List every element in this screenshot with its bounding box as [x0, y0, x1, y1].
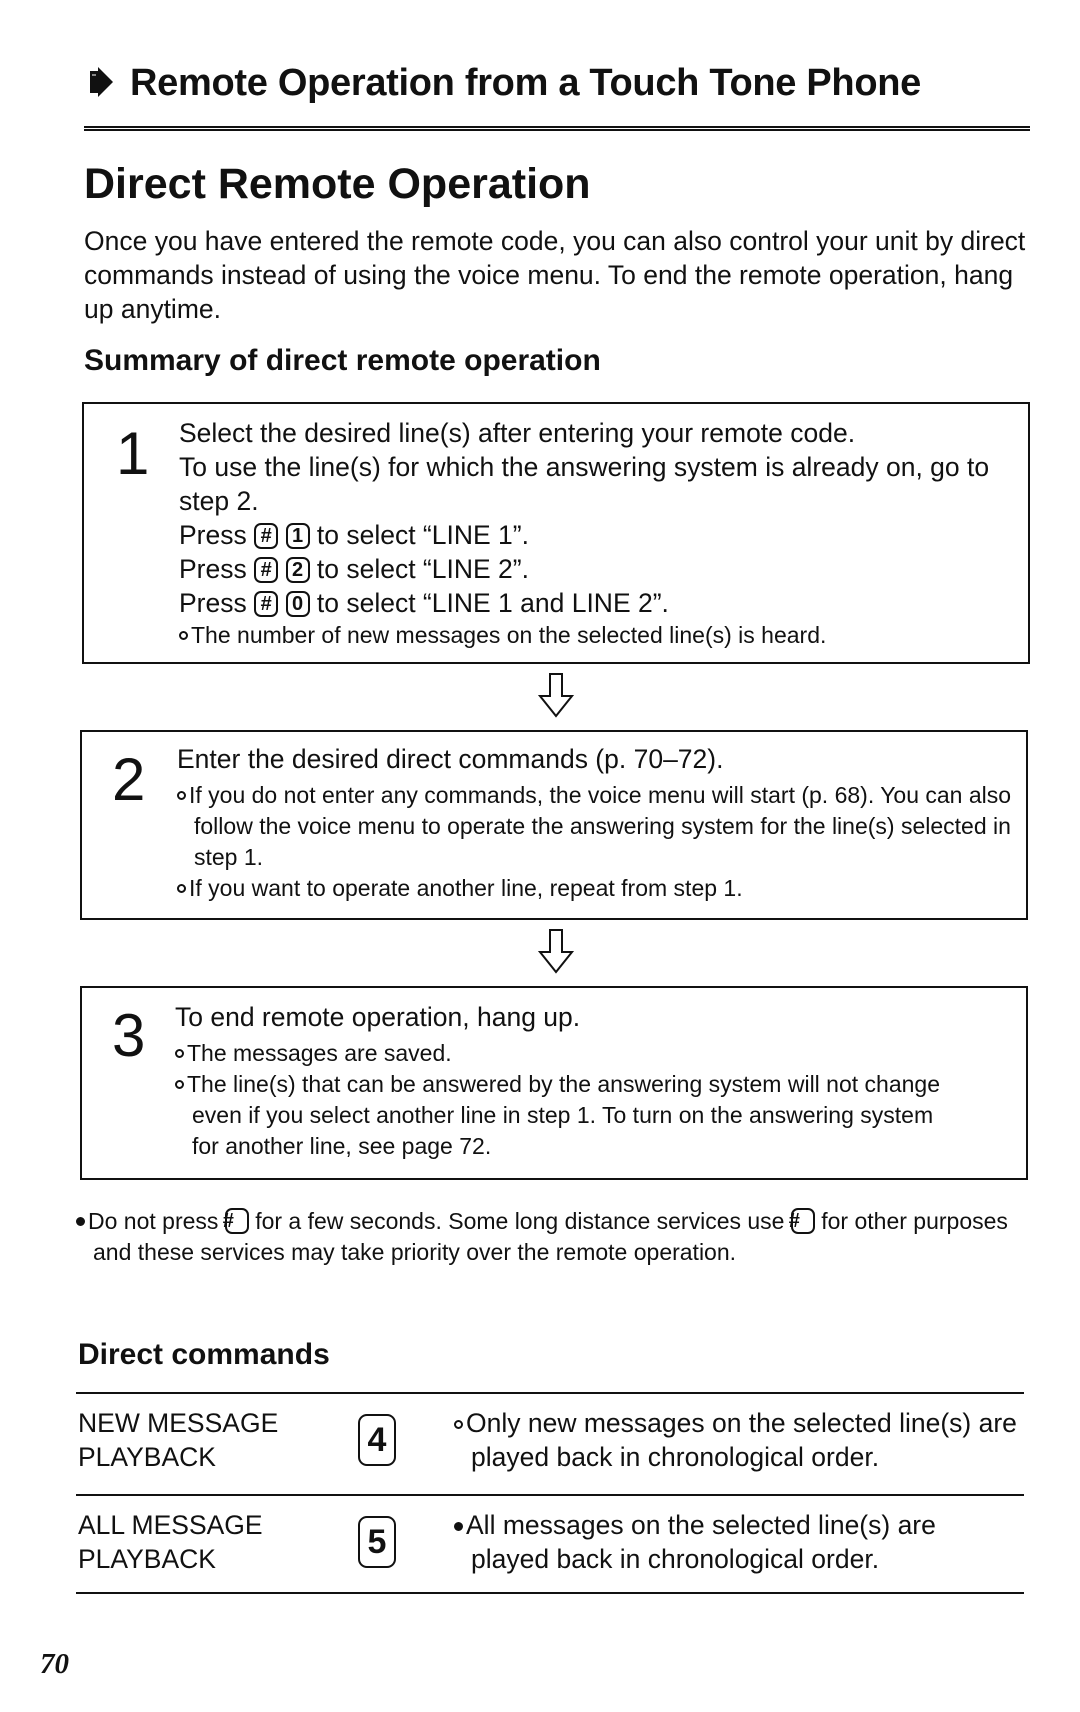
key-0: 0	[285, 591, 310, 617]
key-5: 5	[358, 1516, 396, 1568]
arrow-right-icon	[90, 67, 113, 97]
bullet-icon	[179, 631, 188, 640]
key-hash: #	[254, 591, 279, 617]
direct-commands-heading: Direct commands	[78, 1338, 330, 1371]
press-row: Press # 0 to select “LINE 1 and LINE 2”.	[179, 588, 669, 618]
page-title: Direct Remote Operation	[84, 160, 591, 208]
step-text: To use the line(s) for which the answeri…	[179, 452, 990, 516]
step-text: To end remote operation, hang up.	[175, 1002, 581, 1032]
section-title: Remote Operation from a Touch Tone Phone	[130, 62, 921, 104]
caution-note: Do not press # for a few seconds. Some l…	[76, 1206, 1026, 1268]
section-header: Remote Operation from a Touch Tone Phone	[88, 62, 921, 105]
page-number: 70	[40, 1648, 69, 1680]
step-box-1: 1 Select the desired line(s) after enter…	[82, 402, 1030, 664]
bullet-icon	[177, 791, 186, 800]
step-note: The line(s) that can be answered by the …	[175, 1069, 1015, 1162]
step-note: The messages are saved.	[175, 1038, 1015, 1069]
key-hash: #	[254, 523, 279, 549]
command-label: NEW MESSAGE	[78, 1408, 279, 1438]
table-rule	[76, 1592, 1024, 1594]
bullet-icon	[454, 1522, 463, 1531]
table-rule	[76, 1494, 1024, 1496]
command-label: PLAYBACK	[78, 1442, 216, 1472]
bullet-icon	[175, 1080, 184, 1089]
bullet-icon	[454, 1420, 463, 1429]
step-text: Enter the desired direct commands (p. 70…	[177, 744, 724, 774]
bullet-icon	[177, 884, 186, 893]
header-double-rule	[84, 126, 1030, 131]
key-hash: #	[223, 1208, 249, 1234]
step-box-2: 2 Enter the desired direct commands (p. …	[80, 730, 1028, 920]
step-note: If you want to operate another line, rep…	[177, 873, 1017, 904]
key-1: 1	[285, 523, 310, 549]
key-hash: #	[254, 557, 279, 583]
command-row: NEW MESSAGE PLAYBACK 4 Only new messages…	[78, 1406, 1026, 1486]
step-note: The number of new messages on the select…	[179, 620, 1019, 651]
press-row: Press # 1 to select “LINE 1”.	[179, 520, 529, 550]
table-rule	[76, 1392, 1024, 1394]
step-box-3: 3 To end remote operation, hang up. The …	[80, 986, 1028, 1180]
step-number: 2	[112, 746, 146, 813]
command-label: PLAYBACK	[78, 1544, 216, 1574]
summary-heading: Summary of direct remote operation	[84, 344, 601, 377]
step-text: Select the desired line(s) after enterin…	[179, 418, 856, 448]
down-arrow-icon	[537, 929, 575, 974]
down-arrow-icon	[537, 673, 575, 718]
command-description: All messages on the selected line(s) are…	[454, 1508, 1011, 1576]
bullet-icon	[175, 1049, 184, 1058]
command-label: ALL MESSAGE	[78, 1510, 263, 1540]
press-row: Press # 2 to select “LINE 2”.	[179, 554, 529, 584]
step-number: 3	[112, 1002, 146, 1069]
key-4: 4	[358, 1414, 396, 1466]
step-number: 1	[116, 420, 150, 487]
command-row: ALL MESSAGE PLAYBACK 5 All messages on t…	[78, 1508, 1026, 1588]
key-hash: #	[789, 1208, 815, 1234]
intro-paragraph: Once you have entered the remote code, y…	[84, 226, 1026, 324]
key-2: 2	[285, 557, 310, 583]
bullet-icon	[76, 1217, 85, 1226]
command-description: Only new messages on the selected line(s…	[454, 1406, 1041, 1474]
step-note: If you do not enter any commands, the vo…	[177, 780, 1017, 873]
